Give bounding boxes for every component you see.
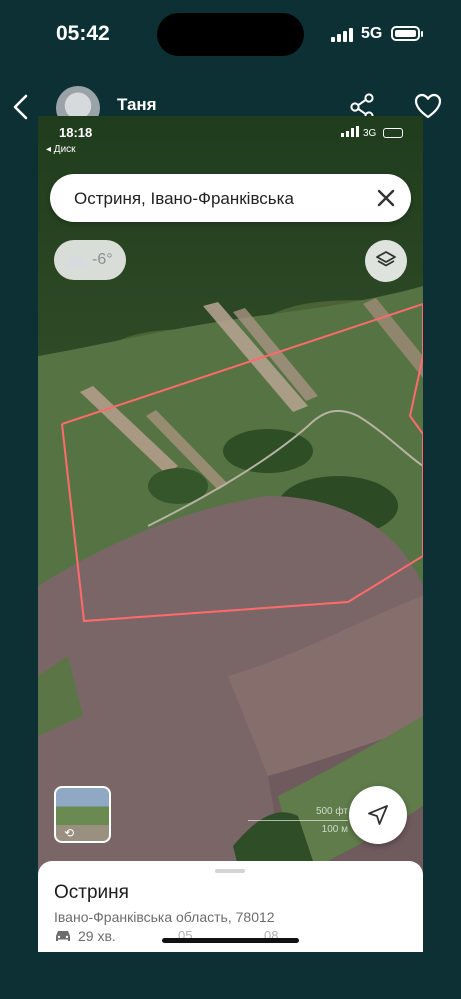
sheet-grabber[interactable] [215,869,245,873]
scale-meters: 100 м [321,824,348,835]
location-button[interactable] [349,786,407,844]
layers-icon [376,251,396,267]
network-type: 5G [361,25,383,42]
inner-status-bar: 18:18 ◂ Диск 3G [38,116,423,156]
layers-button[interactable] [365,240,407,282]
cloud-icon [66,255,86,267]
search-bar[interactable]: Остриня, Івано-Франківська [50,174,411,222]
look-around-thumbnail[interactable]: ⟲ [54,786,111,843]
scale-bar [248,820,348,821]
map-scale: 500 фт 100 м [248,804,348,844]
place-address: Івано-Франківська область, 78012 [54,909,275,925]
battery-nub [421,31,423,37]
contact-name[interactable]: Таня [117,95,157,115]
close-icon[interactable] [375,187,397,209]
inner-time: 18:18 [59,125,93,140]
status-bar: 05:42 5G [0,0,461,70]
shared-screenshot[interactable]: 18:18 ◂ Диск 3G Остриня, Івано-Франківсь… [38,116,423,952]
place-name: Остриня [54,882,129,903]
signal-icon [341,126,359,137]
back-chevron-icon[interactable] [10,94,34,120]
drive-time: 29 хв. [78,928,116,944]
signal-icon [331,28,353,42]
location-arrow-icon [368,805,388,825]
inner-network: 3G [363,128,377,139]
home-indicator[interactable] [162,938,299,943]
search-query[interactable]: Остриня, Івано-Франківська [74,189,344,209]
status-time: 05:42 [56,22,110,45]
dynamic-island [157,13,304,56]
battery-icon [391,26,420,41]
scale-feet: 500 фт [315,806,348,817]
rotate-icon: ⟲ [64,826,75,840]
weather-badge[interactable]: -6° [54,240,126,280]
temperature: -6° [92,251,113,268]
back-to-app: ◂ Диск [46,144,76,155]
battery-icon [383,128,403,138]
car-icon [56,931,70,941]
